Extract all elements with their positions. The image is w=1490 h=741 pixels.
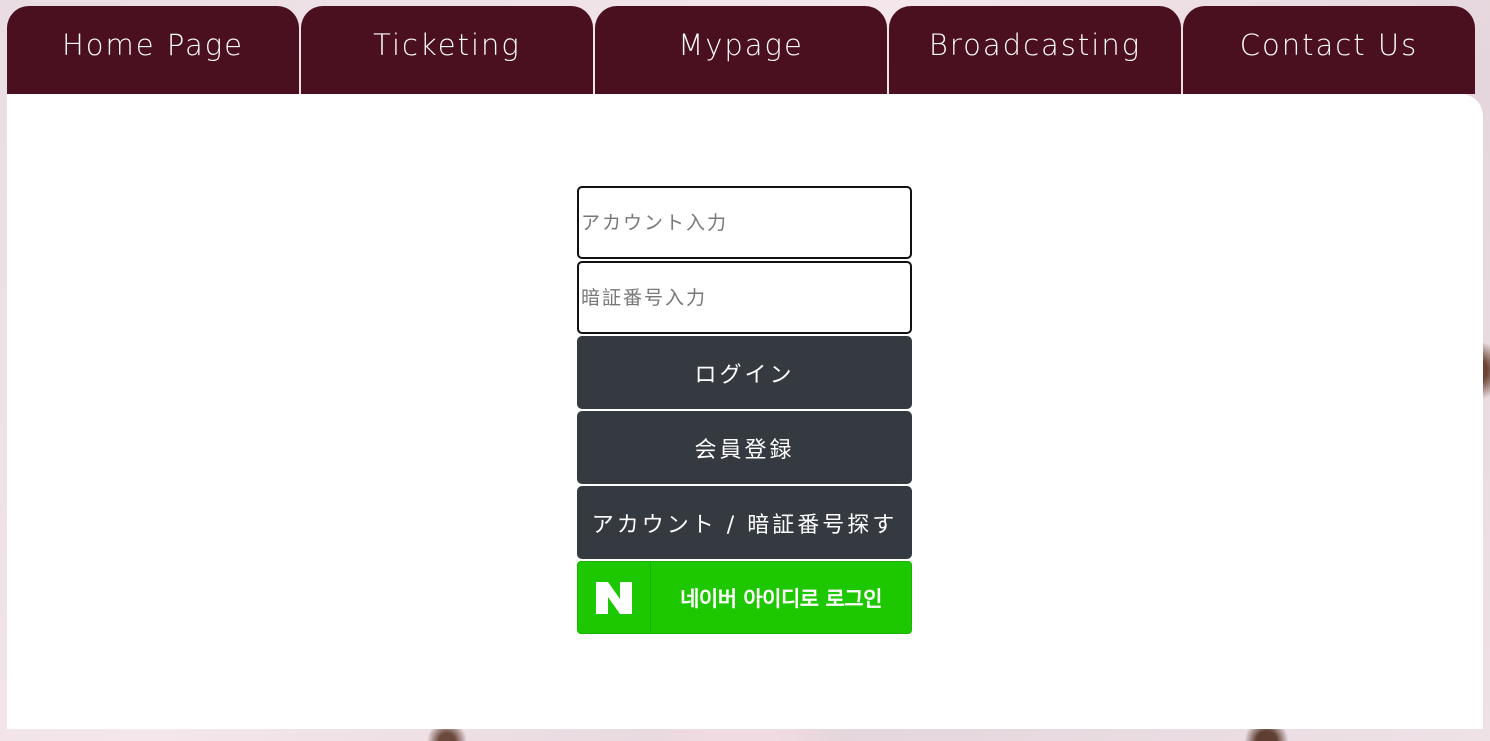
- account-input[interactable]: [577, 186, 912, 259]
- login-button[interactable]: ログイン: [577, 336, 912, 409]
- naver-n-icon: [578, 562, 651, 633]
- naver-login-button[interactable]: 네이버 아이디로 로그인: [577, 561, 912, 634]
- main-nav: Home Page Ticketing Mypage Broadcasting …: [7, 6, 1475, 94]
- password-input[interactable]: [577, 261, 912, 334]
- register-button[interactable]: 会員登録: [577, 411, 912, 484]
- naver-login-label: 네이버 아이디로 로그인: [680, 586, 882, 611]
- login-button-label: ログイン: [694, 362, 795, 388]
- nav-tab-ticketing[interactable]: Ticketing: [301, 6, 593, 94]
- nav-tab-mypage[interactable]: Mypage: [595, 6, 887, 94]
- register-button-label: 会員登録: [694, 437, 795, 463]
- find-account-button-label: アカウント / 暗証番号探す: [591, 512, 898, 538]
- nav-tab-contact[interactable]: Contact Us: [1183, 6, 1475, 94]
- nav-tab-broadcasting[interactable]: Broadcasting: [889, 6, 1181, 94]
- login-form: ログイン 会員登録 アカウント / 暗証番号探す 네이버 아이디로 로그인: [577, 186, 912, 634]
- nav-tab-home[interactable]: Home Page: [7, 6, 299, 94]
- find-account-button[interactable]: アカウント / 暗証番号探す: [577, 486, 912, 559]
